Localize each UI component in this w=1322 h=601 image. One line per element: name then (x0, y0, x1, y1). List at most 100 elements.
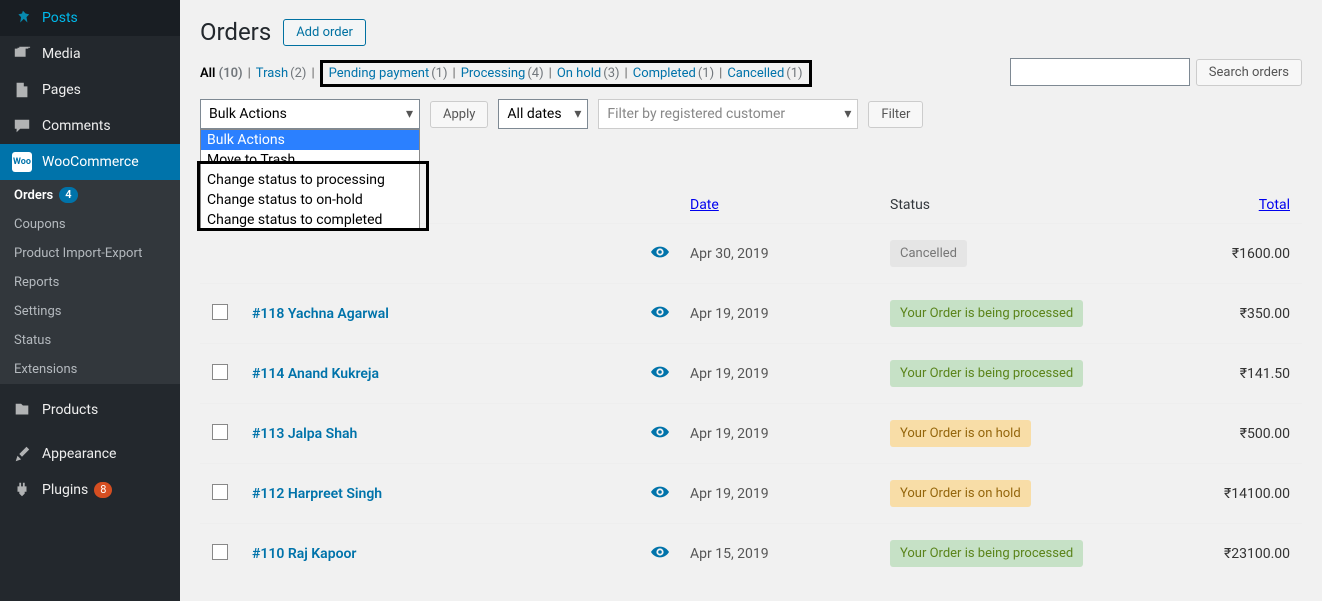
order-link[interactable]: #112 Harpreet Singh (252, 486, 382, 502)
sidebar-item-woocommerce[interactable]: Woo WooCommerce (0, 144, 180, 180)
sub-item-status[interactable]: Status (0, 326, 180, 355)
order-link[interactable]: #110 Raj Kapoor (252, 546, 356, 562)
row-checkbox[interactable] (212, 424, 228, 440)
sidebar-item-pages[interactable]: Pages (0, 72, 180, 108)
sub-label: Orders (14, 188, 53, 203)
bulk-option-completed[interactable]: Change status to completed (201, 210, 419, 230)
sidebar-item-products[interactable]: Products (0, 392, 180, 428)
sub-item-reports[interactable]: Reports (0, 268, 180, 297)
sidebar-label: Pages (42, 82, 81, 98)
status-badge: Cancelled (890, 240, 967, 267)
total-cell: ₹14100.00 (1170, 486, 1290, 502)
total-cell: ₹141.50 (1170, 366, 1290, 382)
sidebar-item-appearance[interactable]: Appearance (0, 436, 180, 472)
table-row: #118 Yachna AgarwalApr 19, 2019Your Orde… (200, 283, 1302, 343)
filter-all[interactable]: All (10) (200, 66, 243, 81)
filter-onhold[interactable]: On hold (557, 66, 601, 81)
order-link[interactable]: #114 Anand Kukreja (252, 366, 379, 382)
bulk-actions-select[interactable]: Bulk Actions (200, 99, 420, 129)
bulk-option-processing[interactable]: Change status to processing (201, 170, 419, 190)
filter-processing[interactable]: Processing (461, 66, 526, 81)
sidebar-label: Products (42, 402, 98, 418)
orders-badge: 4 (59, 187, 77, 203)
sidebar-label: Media (42, 46, 81, 62)
pin-icon (12, 8, 32, 28)
sidebar-item-comments[interactable]: Comments (0, 108, 180, 144)
header-total[interactable]: Total (1259, 197, 1290, 213)
sidebar-label: Posts (42, 10, 78, 26)
sidebar-item-media[interactable]: Media (0, 36, 180, 72)
table-row: #110 Raj KapoorApr 15, 2019Your Order is… (200, 523, 1302, 583)
row-checkbox[interactable] (212, 304, 228, 320)
sub-item-extensions[interactable]: Extensions (0, 355, 180, 384)
bulk-option-trash[interactable]: Move to Trash (201, 150, 419, 170)
filter-trash[interactable]: Trash (256, 66, 288, 81)
woo-icon: Woo (12, 152, 32, 172)
table-row: #113 Jalpa Shah Apr 19, 2019Your Order is… (200, 403, 1302, 463)
sub-item-coupons[interactable]: Coupons (0, 210, 180, 239)
status-badge: Your Order is being processed (890, 540, 1083, 567)
plugins-badge: 8 (94, 482, 112, 498)
search-area: Search orders (1010, 58, 1302, 86)
customer-filter-select[interactable]: Filter by registered customer (598, 99, 858, 129)
filter-button[interactable]: Filter (868, 101, 923, 128)
comments-icon (12, 116, 32, 136)
status-badge: Your Order is being processed (890, 300, 1083, 327)
header-date[interactable]: Date (690, 197, 719, 213)
sidebar-item-plugins[interactable]: Plugins 8 (0, 472, 180, 508)
orders-table: Date Status Total Apr 30, 2019Cancelled ₹… (200, 187, 1302, 583)
filter-pending[interactable]: Pending payment (329, 66, 430, 81)
all-dates-select[interactable]: All dates (498, 99, 588, 129)
woocommerce-submenu: Orders 4 Coupons Product Import-Export R… (0, 180, 180, 384)
total-cell: ₹23100.00 (1170, 546, 1290, 562)
order-link[interactable]: #118 Yachna Agarwal (252, 306, 389, 322)
page-header: Orders Add order (200, 18, 1302, 46)
row-checkbox[interactable] (212, 484, 228, 500)
bulk-option-onhold[interactable]: Change status to on-hold (201, 190, 419, 210)
eye-icon[interactable] (651, 309, 669, 325)
sidebar-label: Appearance (42, 446, 116, 462)
admin-sidebar: Posts Media Pages Comments Woo WooCommer… (0, 0, 180, 601)
plugin-icon (12, 480, 32, 500)
sidebar-label: WooCommerce (42, 154, 139, 170)
eye-icon[interactable] (651, 549, 669, 565)
pages-icon (12, 80, 32, 100)
table-row: Apr 30, 2019Cancelled ₹1600.00 (200, 223, 1302, 283)
products-icon (12, 400, 32, 420)
row-checkbox[interactable] (212, 364, 228, 380)
search-input[interactable] (1010, 58, 1190, 86)
total-cell: ₹350.00 (1170, 306, 1290, 322)
total-cell: ₹1600.00 (1170, 246, 1290, 262)
status-badge: Your Order is on hold (890, 420, 1031, 447)
header-status: Status (890, 197, 1170, 213)
sidebar-label: Comments (42, 118, 111, 134)
media-icon (12, 44, 32, 64)
eye-icon[interactable] (651, 249, 669, 265)
bulk-actions-wrap: Bulk Actions Bulk Actions Move to Trash … (200, 99, 420, 129)
page-title: Orders (200, 18, 271, 46)
main-content: Orders Add order All (10) | Trash (2) | … (180, 0, 1322, 601)
order-link[interactable]: #113 Jalpa Shah (252, 426, 357, 442)
eye-icon[interactable] (651, 369, 669, 385)
table-row: #114 Anand Kukreja Apr 19, 2019Your Order… (200, 343, 1302, 403)
highlighted-status-filters: Pending payment (1) | Processing (4) | O… (320, 60, 812, 87)
sidebar-item-posts[interactable]: Posts (0, 0, 180, 36)
sidebar-label: Plugins (42, 482, 88, 498)
table-row: #112 Harpreet SinghApr 19, 2019Your Orde… (200, 463, 1302, 523)
status-badge: Your Order is being processed (890, 360, 1083, 387)
date-cell: Apr 30, 2019 (690, 246, 890, 262)
search-orders-button[interactable]: Search orders (1196, 59, 1302, 86)
filter-cancelled[interactable]: Cancelled (727, 66, 784, 81)
filter-completed[interactable]: Completed (633, 66, 696, 81)
sub-item-orders[interactable]: Orders 4 (0, 180, 180, 210)
eye-icon[interactable] (651, 429, 669, 445)
eye-icon[interactable] (651, 489, 669, 505)
apply-button[interactable]: Apply (430, 101, 488, 128)
bulk-option-default[interactable]: Bulk Actions (201, 130, 419, 150)
status-badge: Your Order is on hold (890, 480, 1031, 507)
date-cell: Apr 19, 2019 (690, 426, 890, 442)
sub-item-settings[interactable]: Settings (0, 297, 180, 326)
sub-item-product-import-export[interactable]: Product Import-Export (0, 239, 180, 268)
add-order-button[interactable]: Add order (283, 19, 366, 46)
date-cell: Apr 19, 2019 (690, 366, 890, 382)
